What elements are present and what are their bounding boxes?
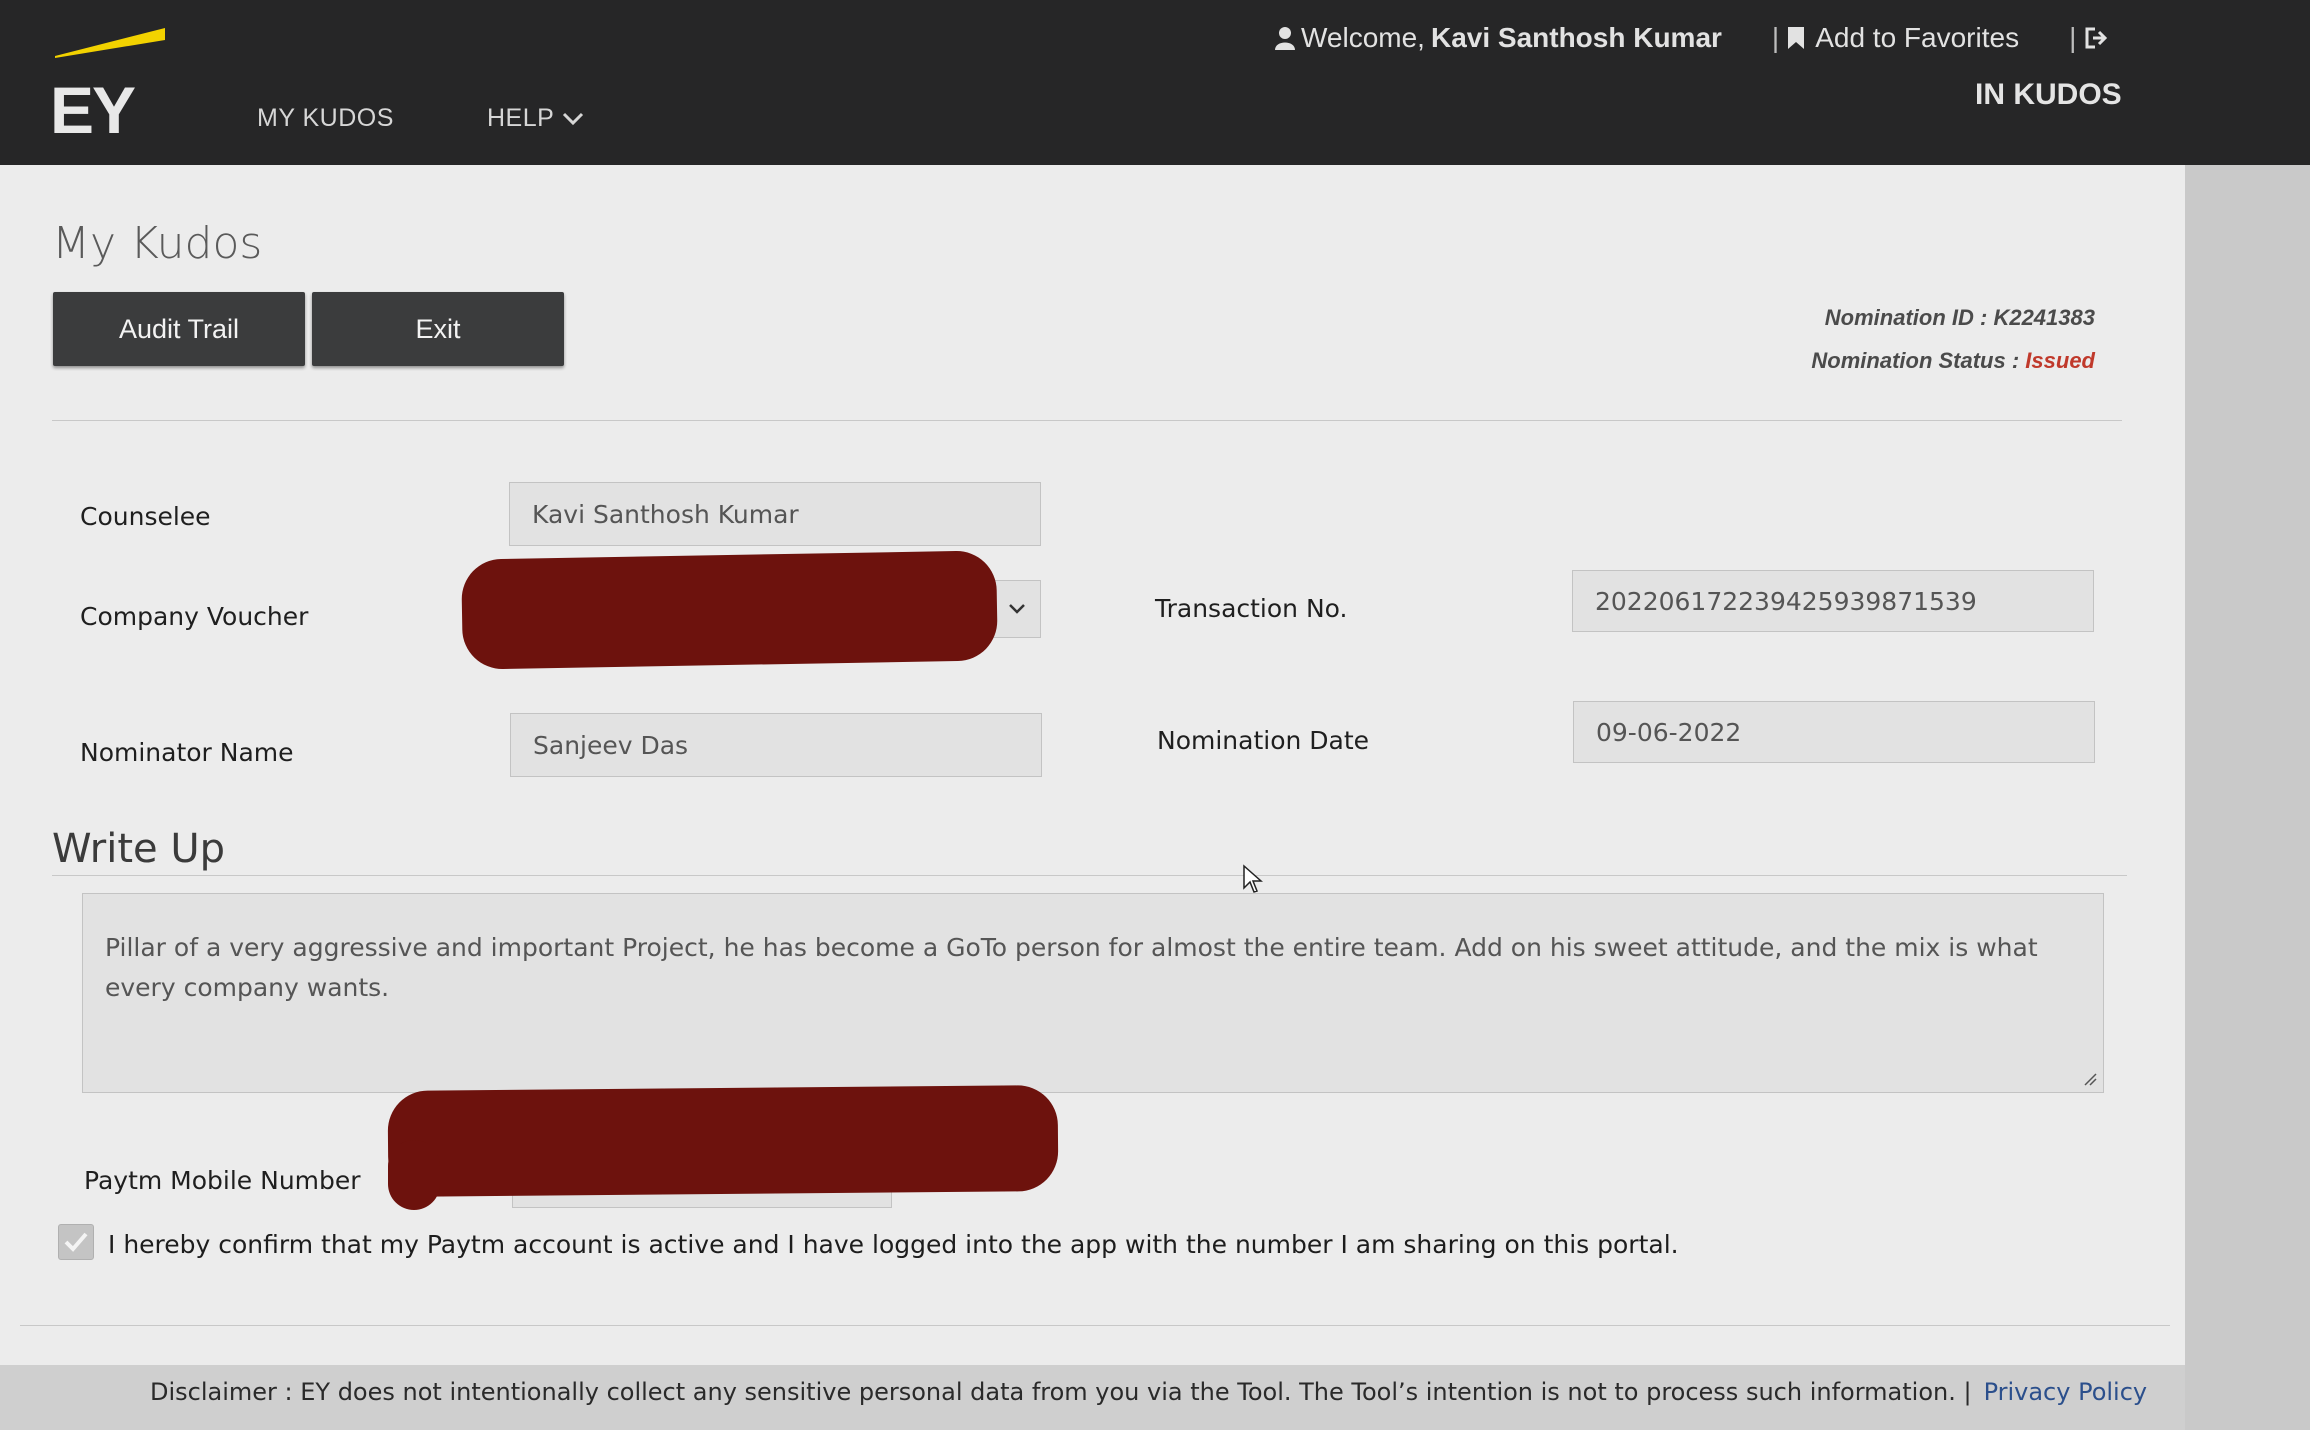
transaction-no-value: 20220617223942593987153​9 [1595,586,1977,616]
separator: | [1771,22,1780,53]
section-divider [52,420,2122,421]
nominator-name-label: Nominator Name [80,738,294,767]
disclaimer-text: Disclaimer : EY does not intentionally c… [150,1378,1972,1406]
transaction-no-label: Transaction No. [1155,594,1348,623]
resize-grip-icon[interactable] [2083,1072,2097,1086]
nomination-info: Nomination ID : K2241383 Nomination Stat… [1811,296,2095,382]
nomination-id-label: Nomination ID : [1824,305,1988,330]
nomination-id: Nomination ID : K2241383 [1811,296,2095,339]
top-navigation-bar: EY MY KUDOS HELP Welcome, Kavi Santhosh … [0,0,2310,165]
section-divider [52,875,2127,876]
paytm-mobile-label: Paytm Mobile Number [84,1166,361,1195]
ey-logo-beam-icon [55,28,165,58]
transaction-no-field: 20220617223942593987153​9 [1572,570,2094,632]
bookmark-icon [1788,27,1805,49]
section-divider [20,1325,2170,1326]
company-voucher-label: Company Voucher [80,602,309,631]
sign-out-icon [2085,27,2108,49]
page-title: My Kudos [52,218,263,269]
chevron-down-icon [1009,604,1025,614]
mouse-cursor-icon [1243,864,1263,893]
nav-my-kudos[interactable]: MY KUDOS [257,104,394,133]
checkmark-icon [64,1232,88,1252]
paytm-confirm-text: I hereby confirm that my Paytm account i… [108,1230,1679,1259]
add-to-favorites-link[interactable]: Add to Favorites [1787,22,2019,54]
ey-logo[interactable]: EY [50,72,136,148]
nav-help-dropdown[interactable]: HELP [487,104,584,133]
counselee-field: Kavi Santhosh Kumar [509,482,1041,546]
write-up-textarea[interactable]: Pillar of a very aggressive and importan… [82,893,2104,1093]
nomination-date-label: Nomination Date [1157,726,1370,755]
redaction-mark [388,1140,440,1210]
paytm-confirm-checkbox[interactable] [58,1224,94,1260]
write-up-text: Pillar of a very aggressive and importan… [105,933,2038,1002]
nomination-status: Nomination Status : Issued [1811,339,2095,382]
counselee-value: Kavi Santhosh Kumar [532,499,799,529]
separator: | [2069,22,2077,53]
redaction-mark [461,550,998,670]
audit-trail-button[interactable]: Audit Trail [53,292,305,366]
nominator-name-value: Sanjeev Das [533,730,689,760]
welcome-prefix: Welcome, [1301,22,1425,53]
nav-my-kudos-label: MY KUDOS [257,104,394,132]
privacy-policy-link[interactable]: Privacy Policy [1984,1378,2148,1406]
welcome-user-name: Kavi Santhosh Kumar [1430,22,1722,53]
nav-help-label: HELP [487,104,555,132]
chevron-down-icon [563,112,584,125]
page-margin [2185,165,2310,1430]
nomination-date-value: 09-06-2022 [1596,717,1742,747]
welcome-message: Welcome, Kavi Santhosh Kumar [1275,22,1722,54]
nominator-name-field: Sanjeev Das [510,713,1042,777]
redaction-mark [387,1085,1059,1197]
add-to-favorites-label: Add to Favorites [1815,22,2020,53]
nomination-id-value: K2241383 [1993,305,2095,330]
counselee-label: Counselee [80,502,211,531]
footer: Disclaimer : EY does not intentionally c… [150,1378,2147,1406]
nomination-status-label: Nomination Status : [1811,348,2020,373]
exit-button[interactable]: Exit [312,292,564,366]
top-links: Welcome, Kavi Santhosh Kumar | Add to Fa… [1275,22,2110,54]
logout-button[interactable] [2084,26,2110,50]
write-up-title: Write Up [52,826,225,872]
user-icon [1275,27,1295,50]
nomination-date-field: 09-06-2022 [1573,701,2095,763]
nomination-status-value: Issued [2025,348,2095,373]
app-name: IN KUDOS [1975,78,2122,111]
